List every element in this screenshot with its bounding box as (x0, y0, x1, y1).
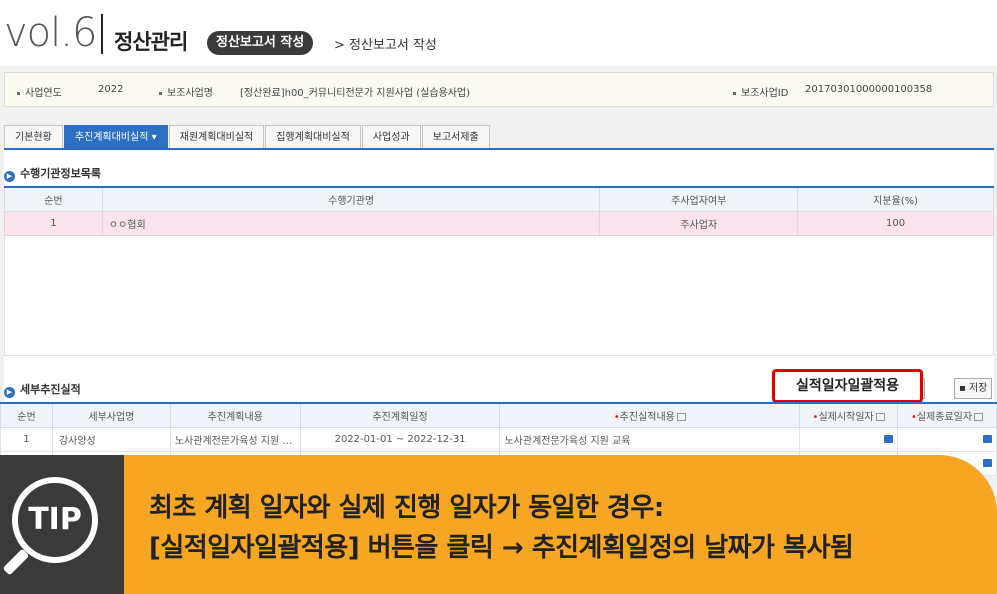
bullet-icon (159, 91, 162, 95)
bullet-icon (733, 91, 736, 95)
calendar-icon[interactable] (983, 434, 992, 443)
column-header: 순번 (0, 402, 53, 428)
column-header: •실제시작일자 (799, 402, 899, 428)
tab-execution-vs-result[interactable]: 집행계획대비실적 (265, 125, 361, 149)
cell-result-content[interactable]: 노사관계전문가육성 지원 교육 (499, 426, 801, 452)
section-title-agencies: ▶ 수행기관정보목록 (4, 165, 101, 182)
column-header: 지분율(%) (797, 186, 994, 212)
save-button[interactable]: ▪ 저장 (954, 378, 993, 399)
tip-banner (124, 455, 997, 594)
tab-funding-vs-result[interactable]: 재원계획대비실적 (168, 125, 265, 149)
page-title-badge: 정산보고서 작성 (207, 31, 314, 55)
cell-subproject-name: 강사양성 (51, 426, 171, 452)
project-label: 보조사업명 (159, 84, 213, 99)
edit-icon (974, 412, 984, 421)
volume-label: vol.6 (4, 10, 97, 56)
edit-icon (676, 412, 686, 421)
header-divider (101, 14, 103, 54)
calendar-icon[interactable] (884, 434, 894, 443)
save-icon: ▪ (959, 383, 969, 394)
tab-plan-vs-result[interactable]: 추진계획대비실적 ▾ (63, 125, 168, 149)
tip-text-line2: [실적일자일괄적용] 버튼을 클릭 → 추진계획일정의 날짜가 복사됨 (149, 533, 854, 563)
bulk-apply-dates-button[interactable]: 실적일자일괄적용 (772, 369, 923, 403)
year-label: 사업연도 (17, 84, 62, 99)
tip-text-line1: 최초 계획 일자와 실제 진행 일자가 동일한 경우: (149, 493, 664, 523)
project-value: [정산완료]h00_커뮤니티전문가 지원사업 (실습용사업) (240, 88, 471, 99)
agency-table-empty-area (4, 236, 994, 356)
column-header: •실제종료일자 (897, 402, 997, 428)
tab-bar: 기본현황 추진계획대비실적 ▾ 재원계획대비실적 집행계획대비실적 사업성과 보… (4, 125, 491, 149)
tab-report-submit[interactable]: 보고서제출 (421, 125, 490, 149)
project-id-label: 보조사업ID (733, 84, 788, 99)
cell-share: 100 (797, 210, 994, 236)
cell-no: 1 (0, 426, 53, 452)
calendar-icon[interactable] (983, 458, 992, 467)
project-info-bar: 사업연도 2022 보조사업명 [정산완료]h00_커뮤니티전문가 지원사업 (… (4, 72, 994, 107)
page-header: vol.6 정산관리 정산보고서 작성 > 정산보고서 작성 (0, 0, 997, 66)
cell-agency-name: ㅇㅇ협회 (101, 210, 601, 236)
column-header: 세부사업명 (51, 402, 171, 428)
table-header-row: 순번 수행기관명 주사업자여부 지분율(%) (4, 186, 994, 212)
cell-no: 1 (4, 210, 103, 236)
cell-main-operator: 주사업자 (599, 210, 799, 236)
bullet-icon (17, 91, 20, 95)
table-row[interactable]: 1 강사양성 노사관계전문가육성 지원 … 2022-01-01 ~ 2022-… (0, 426, 997, 452)
tab-project-outcome[interactable]: 사업성과 (361, 125, 421, 149)
column-header: 순번 (4, 186, 103, 212)
year-value: 2022 (98, 84, 124, 95)
table-row[interactable]: 1 ㅇㅇ협회 주사업자 100 (4, 210, 994, 236)
section-title: 정산관리 (114, 30, 188, 54)
section-title-detail-results: ▶ 세부추진실적 (4, 381, 81, 398)
column-header: •추진실적내용 (499, 402, 801, 428)
cell-actual-end[interactable] (897, 426, 997, 452)
chevron-right-icon: ▶ (4, 387, 15, 398)
column-header: 주사업자여부 (599, 186, 799, 212)
breadcrumb: > 정산보고서 작성 (334, 38, 437, 53)
table-header-row: 순번 세부사업명 추진계획내용 추진계획일정 •추진실적내용 •실제시작일자 •… (0, 402, 997, 428)
edit-icon (875, 412, 885, 421)
cell-plan-content: 노사관계전문가육성 지원 … (169, 426, 301, 452)
column-header: 수행기관명 (101, 186, 601, 212)
project-id-value: 20170301000000100358 (805, 84, 933, 95)
column-header: 추진계획일정 (299, 402, 501, 428)
chevron-right-icon: ▶ (4, 171, 15, 182)
magnifier-icon: TIP (12, 477, 98, 563)
tab-basic-status[interactable]: 기본현황 (4, 125, 63, 149)
column-header: 추진계획내용 (169, 402, 301, 428)
agency-table: 순번 수행기관명 주사업자여부 지분율(%) 1 ㅇㅇ협회 주사업자 100 (4, 186, 994, 236)
cell-actual-start[interactable] (799, 426, 899, 452)
cell-plan-schedule: 2022-01-01 ~ 2022-12-31 (299, 426, 501, 452)
